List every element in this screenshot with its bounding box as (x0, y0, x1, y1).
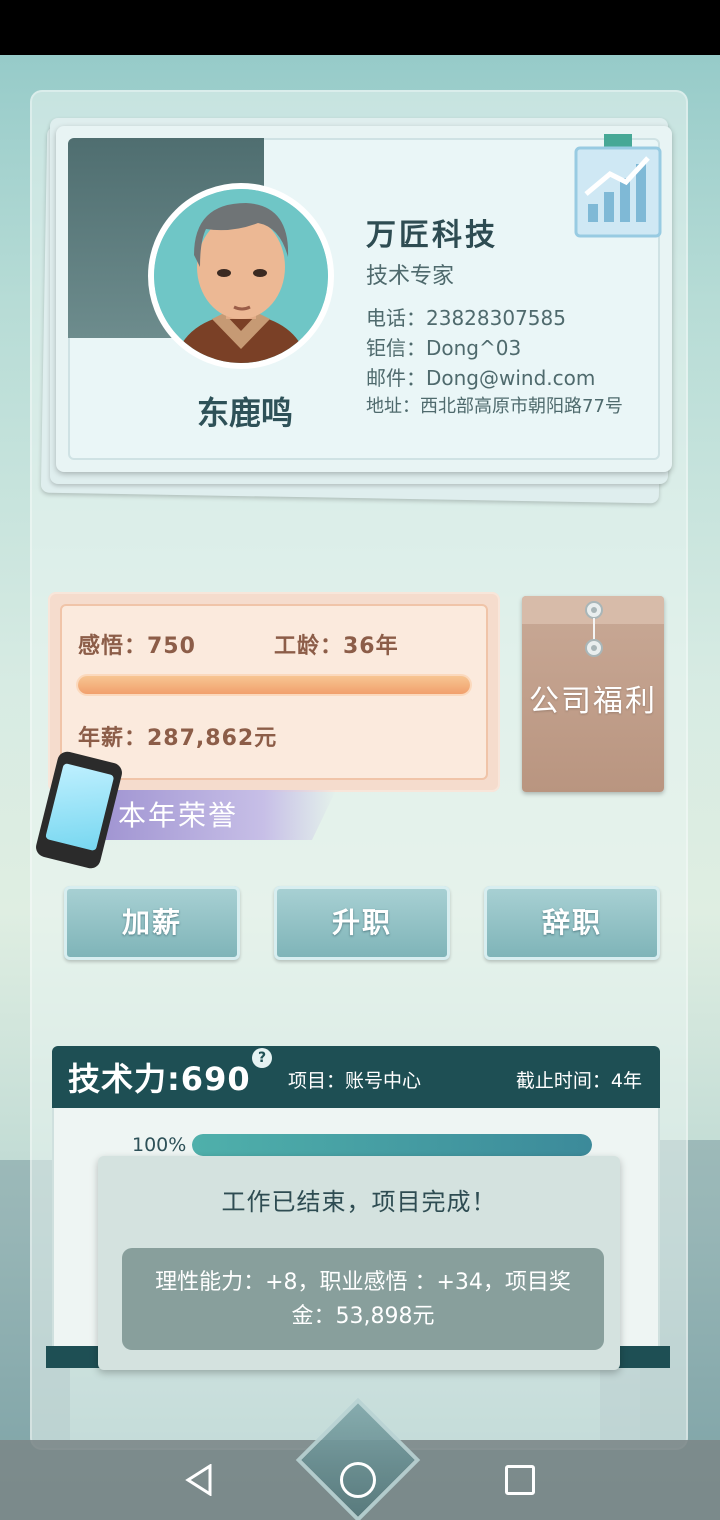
honor-label[interactable]: 本年荣誉 (118, 794, 238, 834)
deadline: 截止时间：4年 (515, 1070, 642, 1092)
address-line: 地址：西北部高原市朝阳路77号 (366, 396, 623, 417)
welfare-label[interactable]: 公司福利 (522, 676, 664, 720)
status-bar (0, 0, 720, 55)
reward-box: 理性能力：+8，职业感悟 ：+34，项目奖金：53,898元 (122, 1248, 604, 1350)
project-progress-track (192, 1134, 592, 1156)
email-line: 邮件：Dong@wind.com (366, 366, 596, 390)
seniority-stat: 工龄：36年 (274, 634, 399, 659)
tech-header: 技术力:690 ? 项目：账号中心 截止时间：4年 (52, 1046, 660, 1108)
popup-message: 工作已结束，项目完成！ (221, 1188, 497, 1216)
tech-power: 技术力:690 (68, 1060, 251, 1098)
insight-stat: 感悟：750 (78, 634, 196, 659)
back-icon[interactable] (184, 1464, 214, 1496)
progress-percent: 100% (132, 1134, 187, 1156)
reward-text: 理性能力：+8，职业感悟 ：+34，项目奖金：53,898元 (155, 1270, 571, 1329)
raise-button[interactable]: 加薪 (64, 886, 240, 960)
salary-bar (78, 676, 470, 694)
job-title: 技术专家 (366, 264, 455, 289)
avatar[interactable] (148, 183, 334, 369)
project-progress-fill (192, 1134, 592, 1156)
envelope-clasp-icon (585, 601, 603, 657)
resign-button[interactable]: 辞职 (484, 886, 660, 960)
phone-line: 电话：23828307585 (366, 306, 566, 330)
chart-icon[interactable] (574, 134, 662, 238)
avatar-portrait (154, 189, 328, 363)
home-icon[interactable] (340, 1462, 376, 1498)
promote-button[interactable]: 升职 (274, 886, 450, 960)
salary-stat: 年薪：287,862元 (78, 726, 278, 751)
completion-popup[interactable]: 工作已结束，项目完成！ 理性能力：+8，职业感悟 ：+34，项目奖金：53,89… (98, 1156, 620, 1370)
employee-name: 东鹿鸣 (196, 394, 293, 432)
company-name: 万匠科技 (366, 218, 498, 253)
help-icon[interactable]: ? (252, 1048, 272, 1068)
recent-apps-icon[interactable] (505, 1465, 535, 1495)
phone-screen (45, 762, 115, 852)
project-name: 项目：账号中心 (288, 1070, 422, 1092)
messenger-line: 钜信：Dong^03 (366, 336, 522, 360)
